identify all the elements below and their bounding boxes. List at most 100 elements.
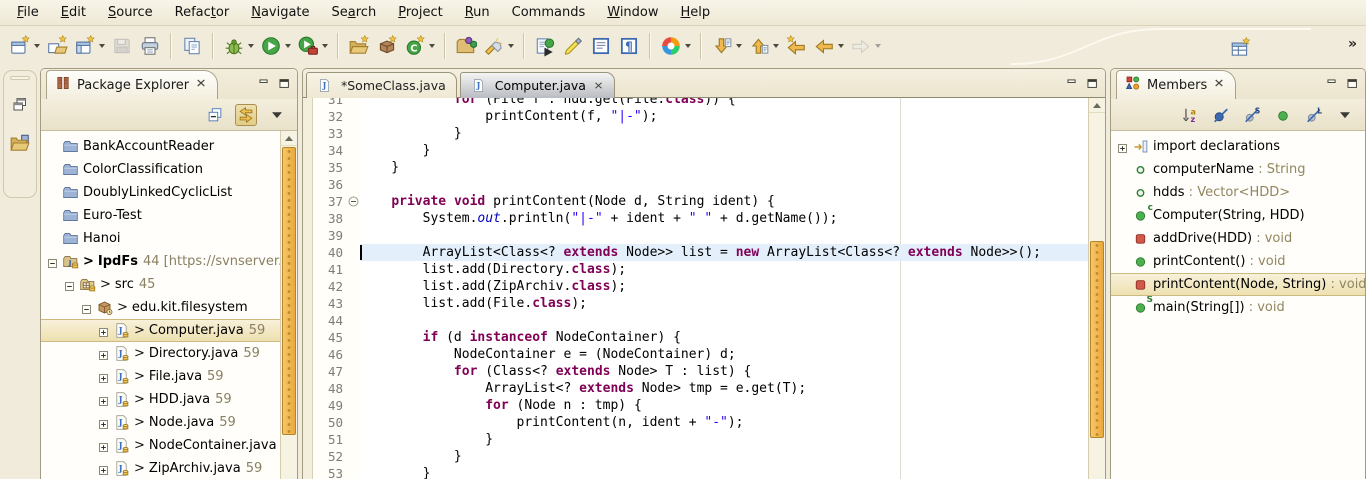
code-text[interactable] — [360, 176, 1088, 193]
menu-commands[interactable]: Commands — [501, 1, 597, 24]
code-text[interactable] — [360, 312, 1088, 329]
fold-collapse-icon[interactable] — [347, 193, 360, 210]
code-line[interactable]: 43 list.add(File.class); — [303, 295, 1088, 312]
new-java-project-button[interactable] — [345, 33, 373, 59]
menu-run[interactable]: Run — [454, 1, 501, 24]
tree-item[interactable]: J>NodeContainer.java59 — [41, 434, 280, 457]
tree-item[interactable]: >src45 — [41, 273, 280, 296]
code-text[interactable]: list.add(Directory.class); — [360, 261, 1088, 278]
plus-expander-icon[interactable] — [99, 441, 108, 450]
view-tab-members[interactable]: Members — [1116, 70, 1236, 99]
code-text[interactable]: if (d instanceof NodeContainer) { — [360, 329, 1088, 346]
dropdown-arrow-icon[interactable] — [99, 44, 105, 48]
code-text[interactable]: } — [360, 448, 1088, 465]
toolbar-overflow-chevron[interactable]: » — [1348, 36, 1356, 52]
member-item[interactable]: printContent() : void — [1111, 250, 1365, 273]
color-wheel-button[interactable] — [657, 33, 694, 59]
back-button[interactable] — [810, 33, 847, 59]
maximize-button[interactable] — [278, 75, 291, 94]
dropdown-arrow-icon[interactable] — [285, 44, 291, 48]
code-line[interactable]: 41 list.add(Directory.class); — [303, 261, 1088, 278]
code-text[interactable]: private void printContent(Node d, String… — [360, 193, 1088, 210]
maximize-button[interactable] — [1346, 75, 1359, 94]
editor-tab[interactable]: JComputer.java — [460, 72, 615, 98]
dropdown-arrow-icon[interactable] — [875, 44, 881, 48]
tree-item[interactable]: Hanoi — [41, 227, 280, 250]
tree-item[interactable]: J>Node.java59 — [41, 411, 280, 434]
menu-refactor[interactable]: Refactor — [164, 1, 241, 24]
hide-local-button[interactable]: L — [1303, 104, 1325, 126]
menu-file[interactable]: File — [6, 1, 50, 24]
show-public-button[interactable] — [1272, 104, 1294, 126]
run-last-button[interactable] — [531, 33, 559, 59]
highlighter-button[interactable] — [559, 33, 587, 59]
menu-source[interactable]: Source — [97, 1, 164, 24]
member-item[interactable]: Smain(String[]) : void — [1111, 296, 1365, 319]
close-icon[interactable] — [195, 77, 207, 93]
minimize-button[interactable] — [1326, 75, 1339, 94]
new-package-button[interactable] — [373, 33, 401, 59]
editor-tab[interactable]: J*SomeClass.java — [306, 72, 457, 98]
code-line[interactable]: 44 — [303, 312, 1088, 329]
package-explorer-scrollbar[interactable] — [280, 131, 297, 479]
tree-item[interactable]: J>IpdFs44 [https://svnserver.i — [41, 250, 280, 273]
tree-item[interactable]: J>ZipArchiv.java59 — [41, 457, 280, 479]
code-line[interactable]: 49 for (Node n : tmp) { — [303, 397, 1088, 414]
drag-handle[interactable] — [10, 76, 30, 80]
editor-scrollbar[interactable] — [1088, 98, 1105, 479]
member-item[interactable]: addDrive(HDD) : void — [1111, 227, 1365, 250]
member-item[interactable]: cComputer(String, HDD) — [1111, 204, 1365, 227]
code-editor[interactable]: 31 for (File f : hdd.get(File.class)) {3… — [303, 98, 1105, 479]
member-item[interactable]: printContent(Node, String) : void — [1111, 273, 1365, 296]
dropdown-arrow-icon[interactable] — [34, 44, 40, 48]
code-line[interactable]: 34 } — [303, 142, 1088, 159]
member-item[interactable]: import declarations — [1111, 135, 1365, 158]
code-line[interactable]: 45 if (d instanceof NodeContainer) { — [303, 329, 1088, 346]
plus-expander-icon[interactable] — [99, 349, 108, 358]
collapse-all-button[interactable] — [204, 104, 226, 126]
code-line[interactable]: 35 } — [303, 159, 1088, 176]
menu-search[interactable]: Search — [321, 1, 388, 24]
code-line[interactable]: 32 printContent(f, "|-"); — [303, 108, 1088, 125]
code-text[interactable]: } — [360, 159, 1088, 176]
tree-item[interactable]: J>File.java59 — [41, 365, 280, 388]
run-button[interactable] — [257, 33, 294, 59]
maximize-button[interactable] — [1086, 75, 1099, 94]
code-line[interactable]: 39 — [303, 227, 1088, 244]
code-text[interactable]: for (Node n : tmp) { — [360, 397, 1088, 414]
dropdown-arrow-icon[interactable] — [508, 44, 514, 48]
minimize-button[interactable] — [1066, 75, 1079, 94]
plus-expander-icon[interactable] — [1118, 142, 1127, 151]
open-type-button[interactable] — [452, 33, 480, 59]
tree-item[interactable]: Euro-Test — [41, 204, 280, 227]
copy-view-button[interactable] — [178, 33, 206, 59]
code-line[interactable]: 33 } — [303, 125, 1088, 142]
new-project-button[interactable] — [43, 33, 71, 59]
run-external-button[interactable] — [294, 33, 331, 59]
code-line[interactable]: 53 } — [303, 465, 1088, 479]
tree-item[interactable]: ColorClassification — [41, 158, 280, 181]
code-line[interactable]: 38 System.out.println("|-" + ident + " "… — [303, 210, 1088, 227]
code-text[interactable]: list.add(ZipArchiv.class); — [360, 278, 1088, 295]
dropdown-arrow-icon[interactable] — [838, 44, 844, 48]
scrollbar-thumb[interactable] — [1090, 241, 1104, 438]
dropdown-arrow-icon[interactable] — [248, 44, 254, 48]
scroll-up-arrow[interactable] — [281, 131, 297, 146]
code-line[interactable]: 48 ArrayList<? extends Node> tmp = e.get… — [303, 380, 1088, 397]
tree-item[interactable]: >edu.kit.filesystem — [41, 296, 280, 319]
code-text[interactable]: } — [360, 142, 1088, 159]
code-line[interactable]: 36 — [303, 176, 1088, 193]
close-icon[interactable] — [1213, 77, 1225, 93]
code-text[interactable] — [360, 227, 1088, 244]
plus-expander-icon[interactable] — [99, 372, 108, 381]
menu-window[interactable]: Window — [596, 1, 669, 24]
minus-expander-icon[interactable] — [82, 303, 91, 312]
code-line[interactable]: 40 ArrayList<Class<? extends Node>> list… — [303, 244, 1088, 261]
code-text[interactable]: for (File f : hdd.get(File.class)) { — [360, 98, 1088, 108]
code-text[interactable]: list.add(File.class); — [360, 295, 1088, 312]
code-line[interactable]: 51 } — [303, 431, 1088, 448]
prev-annotation-button[interactable] — [745, 33, 782, 59]
plus-expander-icon[interactable] — [99, 395, 108, 404]
code-text[interactable]: printContent(f, "|-"); — [360, 108, 1088, 125]
sort-button[interactable]: az — [1179, 104, 1201, 126]
